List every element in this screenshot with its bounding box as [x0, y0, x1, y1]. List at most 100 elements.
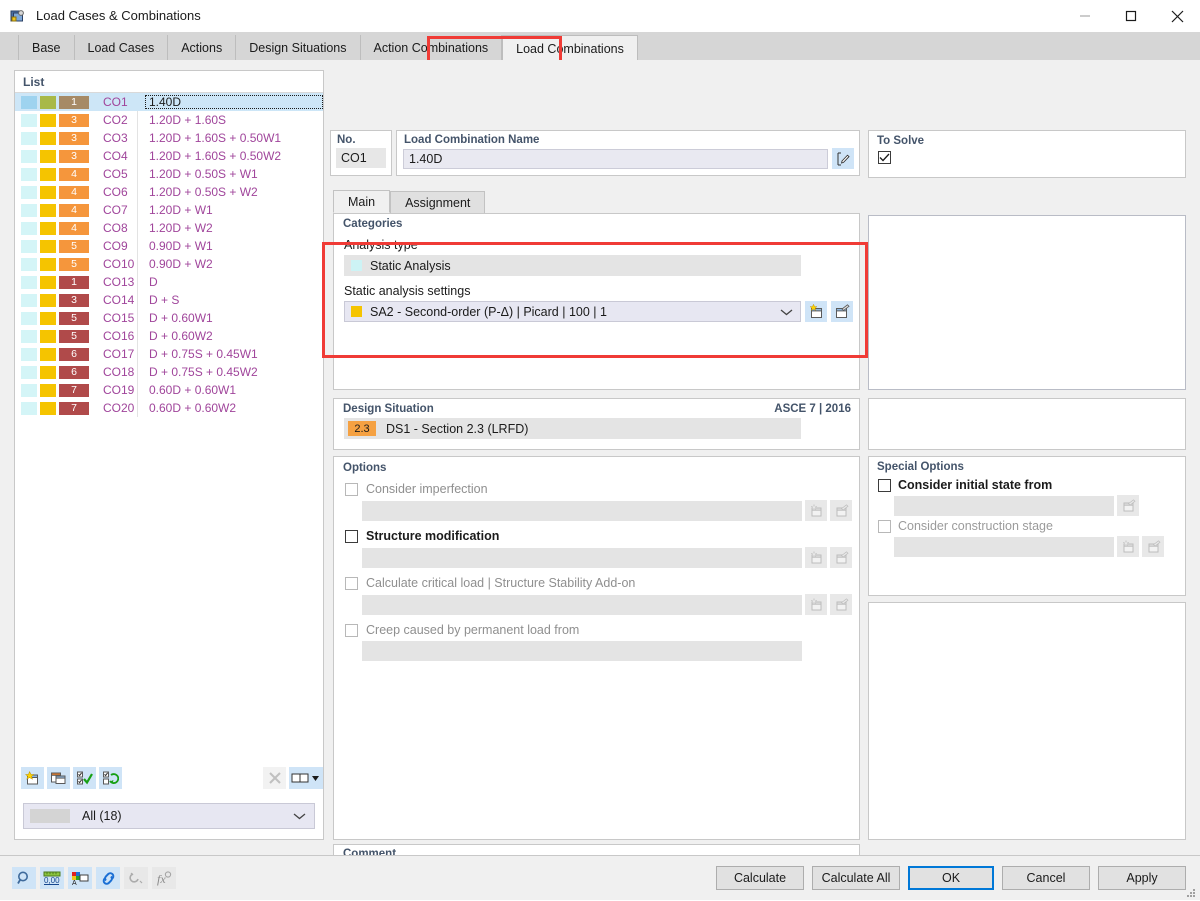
edit-name-icon[interactable] — [832, 148, 854, 169]
special-option-field-row — [869, 533, 1185, 557]
list-item[interactable]: 4CO71.20D + W1 — [15, 201, 323, 219]
list-item[interactable]: 6CO18D + 0.75S + 0.45W2 — [15, 363, 323, 381]
option-value-field[interactable] — [362, 548, 802, 568]
columns-icon[interactable] — [289, 767, 323, 789]
tab-load-cases[interactable]: Load Cases — [75, 35, 169, 60]
list-item[interactable]: 1CO11.40D — [15, 93, 323, 111]
list-item[interactable]: 3CO41.20D + 1.60S + 0.50W2 — [15, 147, 323, 165]
list-item[interactable]: 7CO200.60D + 0.60W2 — [15, 399, 323, 417]
option-checkbox[interactable] — [345, 577, 358, 590]
tab-assignment[interactable]: Assignment — [390, 191, 485, 213]
new-icon[interactable] — [805, 594, 827, 615]
edit-icon[interactable] — [1142, 536, 1164, 557]
list-item[interactable]: 5CO90.90D + W1 — [15, 237, 323, 255]
to-solve-checkbox[interactable] — [878, 151, 891, 164]
option-checkbox[interactable] — [345, 624, 358, 637]
edit-icon[interactable] — [1117, 495, 1139, 516]
calculate-all-button[interactable]: Calculate All — [812, 866, 900, 890]
cancel-button[interactable]: Cancel — [1002, 866, 1090, 890]
list-item[interactable]: 4CO81.20D + W2 — [15, 219, 323, 237]
special-option-checkbox[interactable] — [878, 520, 891, 533]
footer-tools: 0,00 A — [12, 867, 176, 889]
tab-design-situations[interactable]: Design Situations — [236, 35, 360, 60]
chevron-down-icon[interactable] — [293, 809, 306, 823]
options-list: Consider imperfectionStructure modificat… — [334, 474, 859, 661]
design-situation-value[interactable]: 2.3 DS1 - Section 2.3 (LRFD) — [344, 418, 801, 439]
option-value-field[interactable] — [362, 595, 802, 615]
new-icon[interactable] — [805, 301, 827, 322]
edit-icon[interactable] — [830, 594, 852, 615]
minimize-icon[interactable] — [1062, 0, 1108, 32]
footer-bar: 0,00 A — [0, 855, 1200, 900]
list-item[interactable]: 4CO61.20D + 0.50S + W2 — [15, 183, 323, 201]
list-item[interactable]: 5CO16D + 0.60W2 — [15, 327, 323, 345]
options-panel: Options Consider imperfectionStructure m… — [333, 456, 860, 840]
close-icon[interactable] — [1154, 0, 1200, 32]
formula-icon[interactable]: fx — [152, 867, 176, 889]
analysis-type-value[interactable]: Static Analysis — [344, 255, 801, 276]
maximize-icon[interactable] — [1108, 0, 1154, 32]
edit-icon[interactable] — [830, 547, 852, 568]
option-value-field[interactable] — [362, 501, 802, 521]
special-option-value-field[interactable] — [894, 496, 1114, 516]
list-filter-combo[interactable]: All (18) — [23, 803, 315, 829]
static-analysis-settings-combo[interactable]: SA2 - Second-order (P-Δ) | Picard | 100 … — [344, 301, 801, 322]
special-option-value-field[interactable] — [894, 537, 1114, 557]
list-item[interactable]: 5CO15D + 0.60W1 — [15, 309, 323, 327]
row-number: CO16 — [103, 329, 145, 343]
option-checkbox[interactable] — [345, 530, 358, 543]
svg-text:A: A — [72, 880, 77, 886]
option-checkbox[interactable] — [345, 483, 358, 496]
relations-icon[interactable] — [124, 867, 148, 889]
chevron-down-icon[interactable] — [780, 305, 793, 319]
list-item[interactable]: 3CO31.20D + 1.60S + 0.50W1 — [15, 129, 323, 147]
row-swatch-1 — [21, 168, 37, 181]
special-option-checkbox[interactable] — [878, 479, 891, 492]
option-value-field[interactable] — [362, 641, 802, 661]
invert-selection-icon[interactable] — [99, 767, 122, 789]
list-item[interactable]: 1CO13D — [15, 273, 323, 291]
list-item[interactable]: 4CO51.20D + 0.50S + W1 — [15, 165, 323, 183]
select-all-icon[interactable] — [73, 767, 96, 789]
edit-icon[interactable] — [830, 500, 852, 521]
row-action-badge: 7 — [59, 384, 89, 397]
load-combination-name-input[interactable]: 1.40D — [403, 149, 828, 169]
new-icon[interactable] — [805, 500, 827, 521]
calculate-button[interactable]: Calculate — [716, 866, 804, 890]
tab-action-combinations[interactable]: Action Combinations — [361, 35, 503, 60]
edit-icon[interactable] — [831, 301, 853, 322]
list-item[interactable]: 3CO14D + S — [15, 291, 323, 309]
row-number: CO19 — [103, 383, 145, 397]
row-swatch-2 — [40, 240, 56, 253]
row-swatch-2 — [40, 276, 56, 289]
new-icon[interactable] — [805, 547, 827, 568]
design-situation-side-panel — [868, 398, 1186, 450]
row-swatch-2 — [40, 402, 56, 415]
link-icon[interactable] — [96, 867, 120, 889]
row-swatch-1 — [21, 384, 37, 397]
list-item[interactable]: 6CO17D + 0.75S + 0.45W1 — [15, 345, 323, 363]
row-swatch-1 — [21, 276, 37, 289]
list-item[interactable]: 5CO100.90D + W2 — [15, 255, 323, 273]
to-solve-panel: To Solve — [868, 130, 1186, 178]
search-icon[interactable] — [12, 867, 36, 889]
tab-load-combinations[interactable]: Load Combinations — [502, 35, 638, 61]
tab-base[interactable]: Base — [18, 35, 75, 60]
list-item[interactable]: 7CO190.60D + 0.60W1 — [15, 381, 323, 399]
special-option-row: Consider initial state from — [869, 475, 1185, 492]
copy-icon[interactable] — [47, 767, 70, 789]
colors-icon[interactable]: A — [68, 867, 92, 889]
number-value: CO1 — [336, 148, 386, 168]
list-item[interactable]: 3CO21.20D + 1.60S — [15, 111, 323, 129]
row-number: CO20 — [103, 401, 145, 415]
new-icon[interactable] — [21, 767, 44, 789]
units-icon[interactable]: 0,00 — [40, 867, 64, 889]
ok-button[interactable]: OK — [908, 866, 994, 890]
delete-icon[interactable] — [263, 767, 286, 789]
tab-main[interactable]: Main — [333, 190, 390, 213]
load-combination-list[interactable]: 1CO11.40D3CO21.20D + 1.60S3CO31.20D + 1.… — [15, 93, 323, 417]
resize-grip[interactable] — [1186, 887, 1196, 897]
tab-actions[interactable]: Actions — [168, 35, 236, 60]
apply-button[interactable]: Apply — [1098, 866, 1186, 890]
new-icon[interactable] — [1117, 536, 1139, 557]
